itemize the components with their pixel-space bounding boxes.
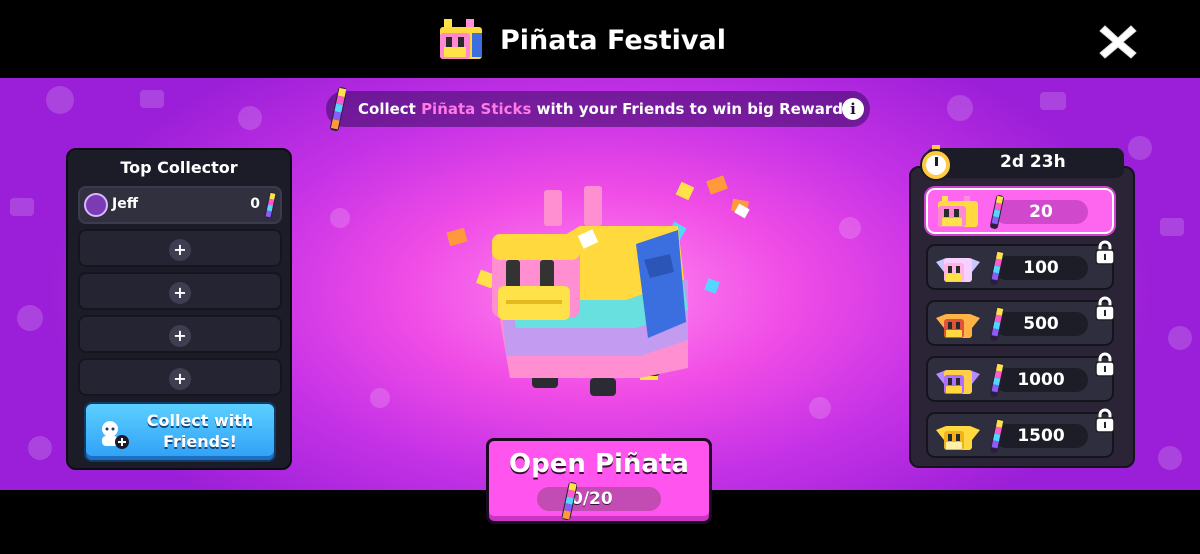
lock-icon xyxy=(1095,240,1115,265)
pinata-stick-icon xyxy=(264,192,276,219)
collector-slot-empty[interactable]: + xyxy=(78,272,282,310)
reward-tier-20[interactable]: 20 xyxy=(926,188,1114,234)
event-timer: 2d 23h xyxy=(926,148,1124,178)
tier-value-pill: 500 xyxy=(994,312,1088,336)
pinata-stick-icon xyxy=(561,482,577,521)
pinata-head-icon xyxy=(938,196,978,227)
collect-with-friends-label: Collect with Friends! xyxy=(146,411,254,451)
pinata-stick-icon xyxy=(990,307,1004,341)
stopwatch-icon xyxy=(920,145,952,181)
title-group: Piñata Festival xyxy=(436,16,726,64)
timer-text: 2d 23h xyxy=(1000,152,1066,172)
pinata-stick-icon xyxy=(990,195,1004,229)
pinata-head-icon xyxy=(440,19,482,59)
add-friend-icon[interactable]: + xyxy=(169,282,191,304)
pinata-stick-icon xyxy=(990,363,1004,397)
top-bar: Piñata Festival xyxy=(0,0,1200,78)
winged-pinata-icon xyxy=(936,258,980,282)
tier-value-pill: 100 xyxy=(994,256,1088,280)
pinata-stick-icon xyxy=(990,419,1004,453)
lock-icon xyxy=(1095,408,1115,433)
pinata-stick-icon xyxy=(990,251,1004,285)
collector-slot-empty[interactable]: + xyxy=(78,229,282,267)
pinata-stick-icon xyxy=(330,87,346,132)
winged-pinata-icon xyxy=(936,370,980,394)
tier-value: 1500 xyxy=(1017,426,1065,446)
tier-value: 20 xyxy=(1029,202,1053,222)
info-icon[interactable]: i xyxy=(842,98,864,120)
top-collector-title: Top Collector xyxy=(120,158,238,177)
reward-tier-1500[interactable]: 1500 xyxy=(926,412,1114,458)
banner-text: Collect Piñata Sticks with your Friends … xyxy=(358,100,859,118)
lock-icon xyxy=(1095,352,1115,377)
info-banner: Collect Piñata Sticks with your Friends … xyxy=(326,91,870,127)
lock-icon xyxy=(1095,296,1115,321)
open-progress-pill: 0/20 xyxy=(537,487,661,511)
player-name: Jeff xyxy=(112,196,139,212)
top-collector-panel: Top Collector Jeff 0 + + + + Collect wit… xyxy=(66,148,292,470)
pinata-llama-image[interactable] xyxy=(440,160,770,430)
collector-slot-empty[interactable]: + xyxy=(78,358,282,396)
tier-value-pill: 1500 xyxy=(994,424,1088,448)
collector-slot-empty[interactable]: + xyxy=(78,315,282,353)
tier-value: 1000 xyxy=(1017,370,1065,390)
open-progress-text: 0/20 xyxy=(571,489,613,509)
collector-slot-player[interactable]: Jeff 0 xyxy=(78,186,282,224)
collect-with-friends-button[interactable]: Collect with Friends! xyxy=(84,402,276,462)
open-pinata-button[interactable]: Open Piñata 0/20 xyxy=(486,438,712,524)
close-button[interactable] xyxy=(1096,20,1140,60)
reward-tier-500[interactable]: 500 xyxy=(926,300,1114,346)
close-x-icon xyxy=(1099,25,1137,59)
add-friend-icon[interactable]: + xyxy=(169,368,191,390)
reward-tier-1000[interactable]: 1000 xyxy=(926,356,1114,402)
add-friend-icon[interactable]: + xyxy=(169,239,191,261)
winged-pinata-icon xyxy=(936,314,980,338)
tier-value-pill: 20 xyxy=(994,200,1088,224)
add-friend-icon[interactable]: + xyxy=(169,325,191,347)
reward-tier-100[interactable]: 100 xyxy=(926,244,1114,290)
banner-highlight: Piñata Sticks xyxy=(421,100,532,118)
tier-value: 100 xyxy=(1023,258,1059,278)
avatar xyxy=(84,193,108,217)
player-stick-count: 0 xyxy=(250,196,260,212)
page-title: Piñata Festival xyxy=(500,24,726,56)
tier-value: 500 xyxy=(1023,314,1059,334)
open-pinata-label: Open Piñata xyxy=(509,449,689,479)
tier-value-pill: 1000 xyxy=(994,368,1088,392)
winged-pinata-icon xyxy=(936,426,980,450)
add-friend-person-icon xyxy=(102,421,129,449)
